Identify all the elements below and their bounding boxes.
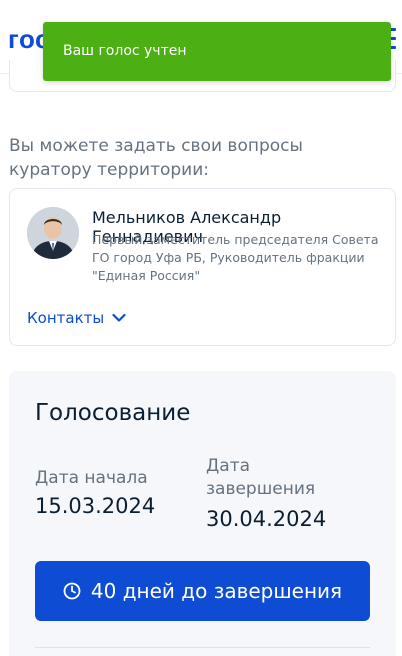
days-left-label: 40 дней до завершения [90, 579, 343, 603]
ask-curator-text: Вы можете задать свои вопросы куратору т… [9, 136, 303, 180]
contacts-toggle[interactable]: Контакты [27, 309, 126, 327]
curator-card: Мельников Александр Геннадиевич Первый з… [9, 188, 396, 346]
days-left-button[interactable]: 40 дней до завершения [35, 561, 370, 621]
start-date-label: Дата начала [35, 468, 148, 488]
end-date-value: 30.04.2024 [206, 507, 327, 531]
clock-icon [63, 582, 81, 600]
contacts-label: Контакты [27, 309, 105, 327]
end-date-label: Дата завершения [206, 456, 316, 499]
divider [35, 647, 370, 648]
start-date-value: 15.03.2024 [35, 494, 156, 518]
voting-card: Голосование Дата начала 15.03.2024 Дата … [9, 371, 396, 656]
curator-role: Первый заместитель председателя Совета Г… [92, 232, 379, 283]
avatar [27, 207, 79, 259]
success-toast: Ваш голос учтен [43, 22, 391, 81]
chevron-down-icon [112, 313, 126, 322]
toast-message: Ваш голос учтен [63, 43, 187, 59]
voting-title: Голосование [35, 400, 191, 426]
